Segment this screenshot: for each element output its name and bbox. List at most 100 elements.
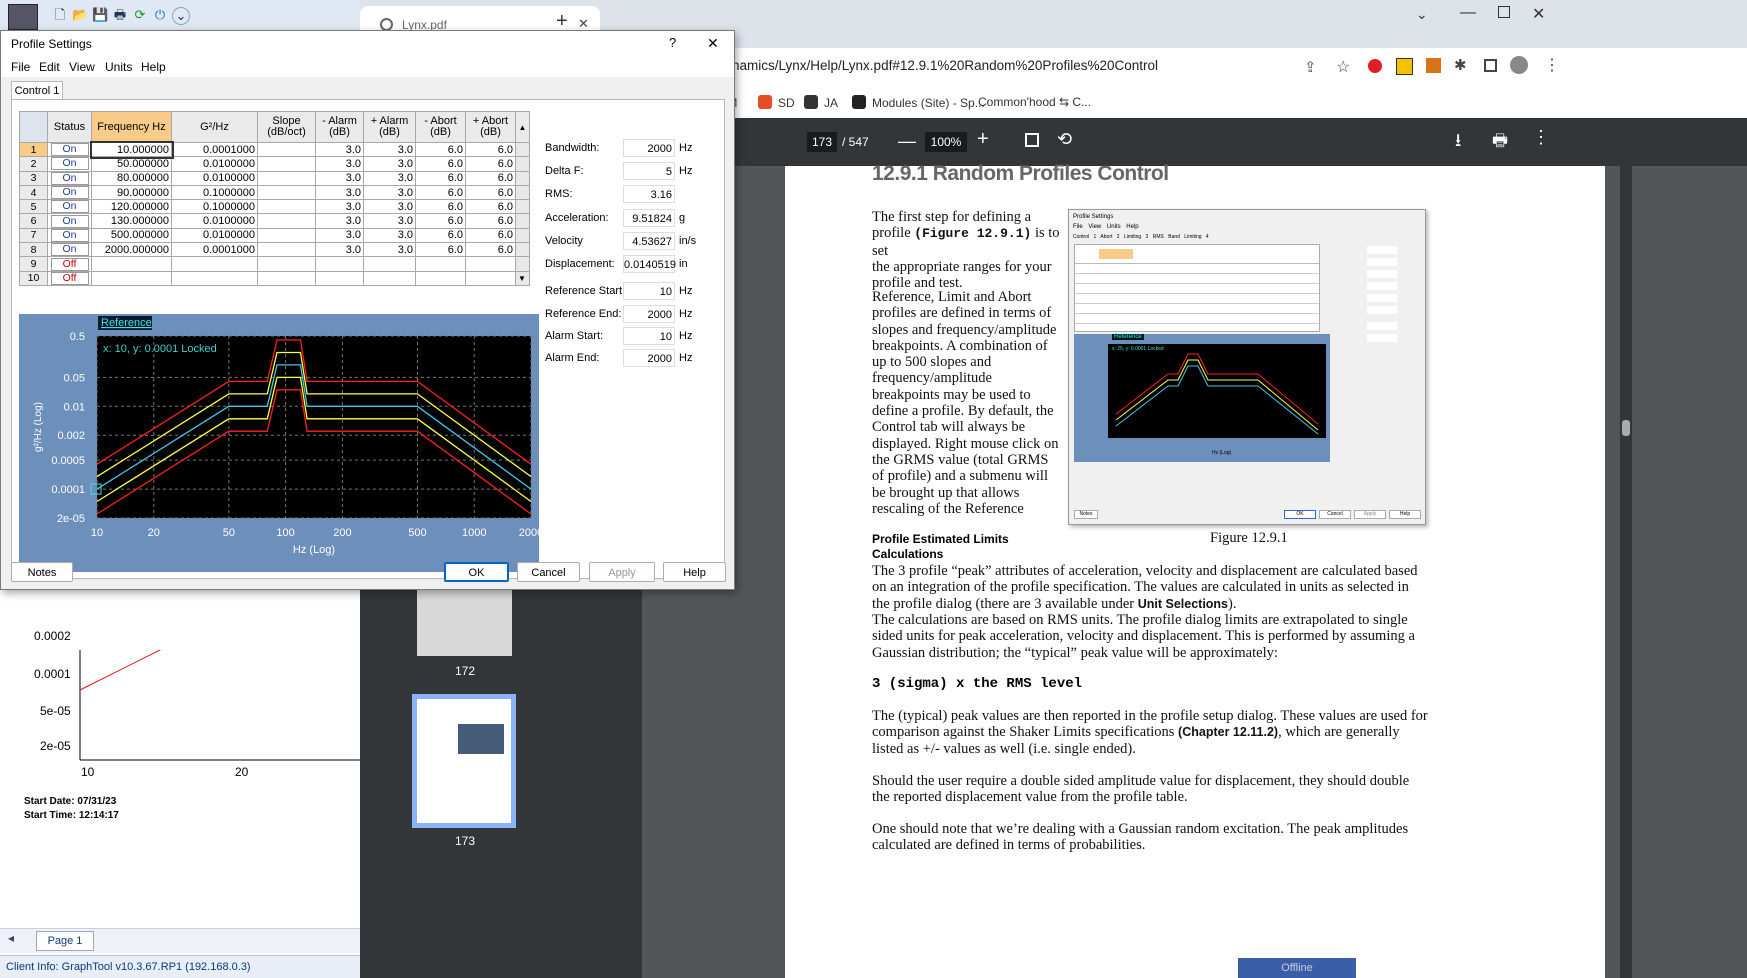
cell-slope[interactable] — [257, 256, 316, 272]
cell-freq[interactable]: 120.000000 — [91, 199, 172, 215]
status-toggle[interactable]: On — [50, 243, 89, 256]
menu-help[interactable]: Help — [141, 60, 166, 74]
menu-units[interactable]: Units — [105, 60, 132, 74]
table-row[interactable]: 5 On 120.000000 0.1000000 3.0 3.0 6.0 6.0 — [19, 199, 530, 215]
save-icon[interactable]: 💾 — [92, 7, 108, 23]
tab-search-icon[interactable]: ⌄ — [1416, 6, 1428, 23]
column-header-slope[interactable]: Slope (dB/oct) — [257, 111, 316, 143]
notes-button[interactable]: Notes — [11, 562, 73, 582]
cell-slope[interactable] — [257, 141, 316, 158]
js-extension-icon[interactable] — [1396, 58, 1413, 75]
page-number-input[interactable]: 173 — [807, 132, 837, 152]
cell-bm[interactable]: 6.0 — [415, 184, 466, 201]
cell-freq[interactable]: 90.000000 — [91, 184, 172, 201]
cell-bm[interactable]: 6.0 — [415, 199, 466, 215]
status-toggle[interactable]: Off — [50, 272, 89, 285]
cell-bm[interactable]: 6.0 — [415, 227, 466, 244]
table-scrollbar[interactable] — [515, 156, 530, 172]
more-actions-icon[interactable]: ⋮ — [1532, 127, 1550, 148]
help-button[interactable]: Help — [663, 562, 726, 582]
param-value-field[interactable]: 5 — [623, 162, 675, 180]
cell-g2[interactable]: 0.0100000 — [171, 156, 258, 172]
url-field[interactable]: namics/Lynx/Help/Lynx.pdf#12.9.1%20Rando… — [732, 58, 1158, 73]
cell-g2[interactable]: 0.0001000 — [171, 141, 258, 158]
table-row[interactable]: 3 On 80.000000 0.0100000 3.0 3.0 6.0 6.0 — [19, 170, 530, 186]
status-toggle[interactable]: On — [50, 215, 89, 228]
cell-g2[interactable]: 0.1000000 — [171, 199, 258, 215]
cell-slope[interactable] — [257, 170, 316, 186]
cell-bp[interactable]: 6.0 — [465, 199, 516, 215]
status-toggle[interactable]: Off — [50, 257, 89, 271]
column-header-minus-abort[interactable]: - Abort (dB) — [415, 111, 466, 143]
bookmark-item[interactable]: Modules (Site) - Sp... — [852, 95, 985, 110]
thumbnail-page-172[interactable] — [417, 586, 512, 656]
cell-g2[interactable] — [171, 270, 258, 286]
zoom-in-icon[interactable]: + — [977, 128, 989, 151]
status-toggle[interactable]: On — [50, 172, 89, 185]
table-scrollbar[interactable] — [515, 213, 530, 229]
status-cell[interactable]: On — [47, 170, 92, 186]
cell-am[interactable] — [315, 256, 364, 272]
cell-bm[interactable]: 6.0 — [415, 141, 466, 158]
status-cell[interactable]: On — [47, 199, 92, 215]
cell-ap[interactable]: 3.0 — [363, 156, 416, 172]
cell-am[interactable]: 3.0 — [315, 156, 364, 172]
extension-icon[interactable] — [1426, 58, 1441, 73]
cell-bp[interactable] — [465, 270, 516, 286]
row-number[interactable]: 1 — [19, 141, 48, 158]
cell-slope[interactable] — [257, 184, 316, 201]
cell-slope[interactable] — [257, 199, 316, 215]
side-panel-icon[interactable] — [1484, 59, 1497, 72]
new-file-icon[interactable]: 🗋 — [52, 7, 68, 23]
cell-g2[interactable]: 0.1000000 — [171, 184, 258, 201]
cell-g2[interactable] — [171, 256, 258, 272]
table-scrollbar[interactable] — [515, 242, 530, 258]
cell-g2[interactable]: 0.0100000 — [171, 170, 258, 186]
table-scrollbar[interactable] — [515, 170, 530, 186]
scroll-up-icon[interactable]: ▲ — [515, 111, 530, 143]
table-scrollbar[interactable] — [515, 141, 530, 158]
table-scrollbar[interactable]: ▼ — [515, 270, 530, 286]
opera-extension-icon[interactable] — [1368, 59, 1382, 73]
param-value-field[interactable]: 10 — [623, 282, 675, 300]
column-header-minus-alarm[interactable]: - Alarm (dB) — [315, 111, 364, 143]
thumbnail-page-173-selected[interactable] — [412, 694, 516, 828]
status-cell[interactable]: On — [47, 242, 92, 258]
bookmark-item[interactable]: Common'hood ⇆ C... — [978, 95, 1091, 109]
table-row[interactable]: 8 On 2000.000000 0.0001000 3.0 3.0 6.0 6.0 — [19, 242, 530, 258]
cell-ap[interactable]: 3.0 — [363, 227, 416, 244]
status-cell[interactable]: On — [47, 227, 92, 244]
table-row[interactable]: 1 On 10.000000 0.0001000 3.0 3.0 6.0 6.0 — [19, 140, 530, 159]
cell-freq[interactable]: 80.000000 — [91, 170, 172, 186]
table-scrollbar[interactable] — [515, 184, 530, 201]
ok-button[interactable]: OK — [444, 562, 509, 582]
cell-bp[interactable] — [465, 256, 516, 272]
cell-bp[interactable]: 6.0 — [465, 184, 516, 201]
param-value-field[interactable]: 2000 — [623, 305, 675, 323]
cell-am[interactable]: 3.0 — [315, 242, 364, 258]
minimize-icon[interactable]: — — [1460, 4, 1476, 22]
row-number[interactable]: 6 — [19, 213, 48, 229]
cell-bp[interactable]: 6.0 — [465, 242, 516, 258]
zoom-out-icon[interactable]: — — [898, 131, 916, 152]
zoom-input[interactable]: 100% — [925, 132, 967, 152]
table-scrollbar[interactable] — [515, 227, 530, 244]
cell-bp[interactable]: 6.0 — [465, 170, 516, 186]
cell-am[interactable]: 3.0 — [315, 141, 364, 158]
row-number[interactable]: 10 — [19, 270, 48, 286]
cell-bp[interactable]: 6.0 — [465, 213, 516, 229]
cell-freq[interactable]: 130.000000 — [91, 213, 172, 229]
maximize-icon[interactable] — [1498, 6, 1510, 18]
status-cell[interactable]: On — [47, 141, 92, 158]
menu-file[interactable]: File — [11, 60, 30, 74]
cell-freq[interactable]: 500.000000 — [91, 227, 172, 244]
scroll-left-icon[interactable]: ◂ — [8, 931, 14, 945]
status-cell[interactable]: On — [47, 213, 92, 229]
cell-slope[interactable] — [257, 227, 316, 244]
dialog-titlebar[interactable]: Profile Settings ? ✕ — [1, 31, 734, 57]
close-window-icon[interactable]: ✕ — [1532, 4, 1545, 24]
param-value-field[interactable]: 4.53627 — [623, 232, 675, 250]
bookmark-item[interactable]: SD — [758, 95, 795, 110]
status-toggle[interactable]: On — [50, 229, 89, 242]
fit-page-icon[interactable] — [1025, 133, 1039, 147]
